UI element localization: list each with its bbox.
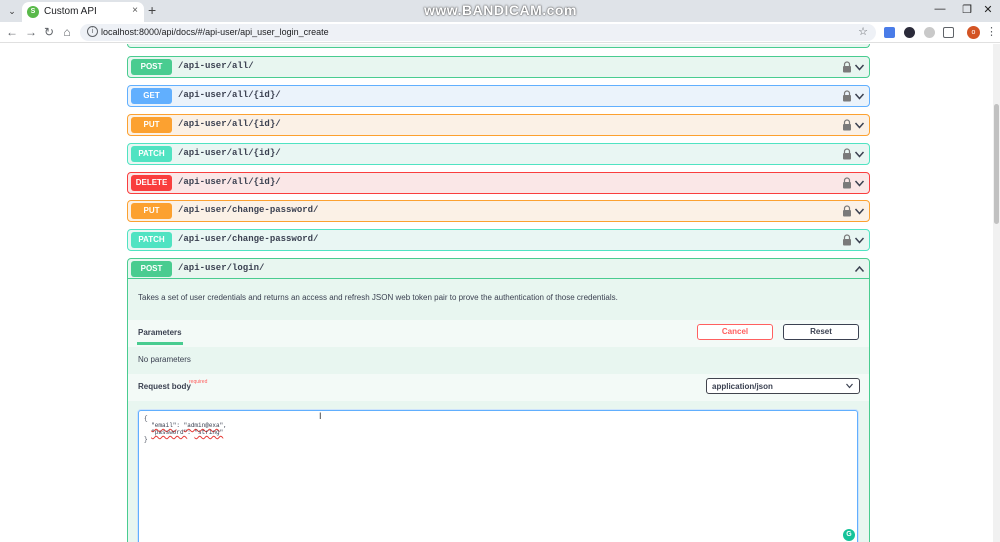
method-badge: POST: [131, 59, 172, 75]
request-body-header: Request body required application/json: [128, 374, 869, 401]
browser-menu-icon[interactable]: ⋮: [986, 25, 997, 38]
tab-active-indicator: [137, 342, 183, 345]
operation-path: /api-user/all/{id}/: [178, 177, 281, 187]
json-password-line: "password": "string": [144, 429, 227, 436]
operation-path: /api-user/login/: [178, 263, 265, 273]
operation-path: /api-user/change-password/: [178, 205, 319, 215]
operation-row[interactable]: DELETE/api-user/all/{id}/: [127, 172, 870, 194]
json-email-line: "email": "admin@exa",: [144, 422, 227, 429]
chevron-down-icon[interactable]: [854, 233, 865, 247]
content-type-value: application/json: [712, 382, 773, 391]
json-email-value: "admin@exa: [183, 422, 220, 429]
no-parameters-text: No parameters: [138, 355, 191, 364]
previous-operation-fragment: [127, 44, 870, 48]
browser-tab-bar: ⌄ S Custom API × + www.BANDICAM.com — ❐ …: [0, 0, 1000, 22]
page-scrollbar[interactable]: [993, 44, 1000, 542]
bookmark-star-icon[interactable]: ☆: [858, 25, 868, 38]
method-badge: GET: [131, 88, 172, 104]
method-badge: PUT: [131, 117, 172, 133]
operation-row[interactable]: POST/api-user/all/: [127, 56, 870, 78]
chevron-down-icon[interactable]: [854, 147, 865, 161]
method-badge: PUT: [131, 203, 172, 219]
operation-row[interactable]: PATCH/api-user/change-password/: [127, 229, 870, 251]
method-badge: PATCH: [131, 232, 172, 248]
operation-description: Takes a set of user credentials and retu…: [138, 293, 618, 302]
minimize-button[interactable]: —: [930, 3, 950, 15]
lock-icon[interactable]: [842, 205, 852, 217]
reset-button[interactable]: Reset: [783, 324, 859, 340]
recording-watermark: www.BANDICAM.com: [424, 2, 577, 18]
extensions-puzzle-icon[interactable]: [943, 27, 954, 38]
json-open-brace: {: [144, 415, 148, 422]
json-password-key: "password": [151, 429, 188, 436]
grammarly-icon[interactable]: G: [843, 529, 855, 541]
swagger-favicon-icon: S: [27, 6, 39, 18]
address-bar[interactable]: i localhost:8000/api/docs/#/api-user/api…: [80, 24, 876, 41]
extension-icon-2[interactable]: [924, 27, 935, 38]
lock-icon[interactable]: [842, 90, 852, 102]
cancel-button[interactable]: Cancel: [697, 324, 773, 340]
url-text: localhost:8000/api/docs/#/api-user/api_u…: [101, 27, 329, 37]
json-password-value: "string": [194, 429, 224, 436]
browser-tab[interactable]: S Custom API ×: [22, 2, 144, 22]
lock-icon[interactable]: [842, 148, 852, 160]
json-close-brace: }: [144, 436, 148, 443]
translate-extension-icon[interactable]: [884, 27, 895, 38]
operation-row[interactable]: PUT/api-user/all/{id}/: [127, 114, 870, 136]
page-viewport: POST/api-user/all/GET/api-user/all/{id}/…: [0, 44, 1000, 542]
json-email-key: "email": [151, 422, 177, 429]
tab-close-icon[interactable]: ×: [132, 5, 138, 16]
lock-icon[interactable]: [842, 61, 852, 73]
operation-row[interactable]: PUT/api-user/change-password/: [127, 200, 870, 222]
lock-icon[interactable]: [842, 119, 852, 131]
site-info-icon[interactable]: i: [87, 26, 98, 37]
operation-path: /api-user/all/{id}/: [178, 148, 281, 158]
method-badge: POST: [131, 261, 172, 277]
tab-search-icon[interactable]: ⌄: [4, 3, 20, 19]
extension-icon[interactable]: [904, 27, 915, 38]
required-badge: required: [189, 379, 208, 385]
operation-path: /api-user/all/: [178, 61, 254, 71]
operation-row[interactable]: PATCH/api-user/all/{id}/: [127, 143, 870, 165]
request-body-json: { "email": "admin@exa", "password": "str…: [144, 415, 227, 443]
chevron-down-icon: [846, 383, 853, 389]
request-body-label: Request body: [138, 382, 191, 391]
lock-icon[interactable]: [842, 177, 852, 189]
json-email-sep: :: [176, 422, 184, 429]
browser-toolbar: ← → ↻ ⌂ i localhost:8000/api/docs/#/api-…: [0, 22, 1000, 43]
restore-button[interactable]: ❐: [957, 3, 977, 16]
operation-row[interactable]: GET/api-user/all/{id}/: [127, 85, 870, 107]
json-email-tail: ",: [219, 422, 227, 429]
close-window-button[interactable]: ✕: [978, 3, 998, 16]
parameters-header: Parameters Cancel Reset: [128, 320, 869, 347]
chevron-down-icon[interactable]: [854, 204, 865, 218]
operation-path: /api-user/all/{id}/: [178, 90, 281, 100]
text-cursor-icon: I: [319, 411, 322, 421]
lock-icon[interactable]: [842, 234, 852, 246]
profile-avatar[interactable]: o: [967, 26, 980, 39]
operation-path: /api-user/all/{id}/: [178, 119, 281, 129]
chevron-down-icon[interactable]: [854, 118, 865, 132]
tab-parameters[interactable]: Parameters: [138, 328, 182, 337]
chevron-down-icon[interactable]: [854, 60, 865, 74]
tab-title: Custom API: [44, 6, 97, 17]
request-body-editor[interactable]: { "email": "admin@exa", "password": "str…: [138, 410, 858, 542]
content-type-select[interactable]: application/json: [706, 378, 860, 394]
home-icon[interactable]: ⌂: [60, 25, 74, 39]
operation-header[interactable]: POST /api-user/login/: [128, 259, 869, 279]
chevron-down-icon[interactable]: [854, 176, 865, 190]
back-icon[interactable]: ←: [5, 25, 19, 39]
chevron-down-icon[interactable]: [854, 89, 865, 103]
operation-path: /api-user/change-password/: [178, 234, 319, 244]
reload-icon[interactable]: ↻: [42, 25, 56, 39]
operation-login-expanded: POST /api-user/login/ Takes a set of use…: [127, 258, 870, 542]
method-badge: PATCH: [131, 146, 172, 162]
scrollbar-thumb[interactable]: [994, 104, 999, 224]
forward-icon[interactable]: →: [24, 25, 38, 39]
chevron-up-icon[interactable]: [854, 262, 865, 276]
method-badge: DELETE: [131, 175, 172, 191]
new-tab-button[interactable]: +: [148, 2, 156, 18]
